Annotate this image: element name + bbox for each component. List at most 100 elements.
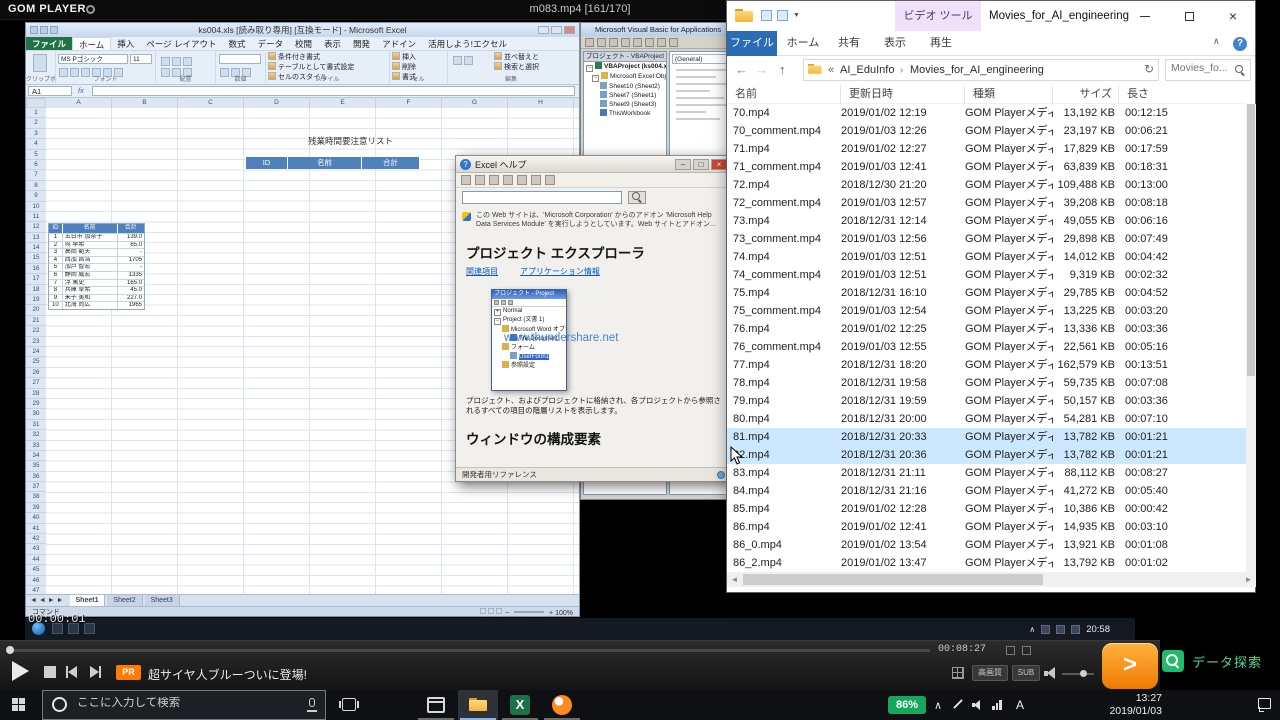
minimize-button[interactable] [1123, 1, 1167, 31]
breadcrumb-root[interactable]: AI_EduInfo [840, 64, 894, 76]
repeat-icon[interactable] [1006, 646, 1015, 655]
ime-indicator[interactable]: A [1016, 698, 1024, 712]
close-button[interactable]: × [1211, 1, 1255, 31]
taskbar-search-input[interactable] [77, 697, 277, 709]
network-icon[interactable] [992, 700, 1002, 710]
file-row[interactable]: 70.mp4 2019/01/02 12:19 GOM Playerメディア .… [727, 104, 1246, 122]
tab-share[interactable]: 共有 [827, 31, 871, 56]
horizontal-scrollbar-thumb[interactable] [743, 574, 1043, 585]
row-number: 46 [26, 576, 46, 586]
excel-formula-bar: A1 fx [26, 85, 579, 98]
file-row[interactable]: 81.mp4 2018/12/31 20:33 GOM Playerメディア .… [727, 428, 1246, 446]
pen-icon[interactable] [953, 699, 963, 709]
file-row[interactable]: 73.mp4 2018/12/31 12:14 GOM Playerメディア .… [727, 212, 1246, 230]
file-row[interactable]: 74.mp4 2019/01/03 12:51 GOM Playerメディア .… [727, 248, 1246, 266]
up-button[interactable]: ↑ [779, 62, 786, 77]
forward-button[interactable]: → [755, 62, 768, 77]
file-row[interactable]: 76.mp4 2019/01/02 12:25 GOM Playerメディア .… [727, 320, 1246, 338]
qat-dropdown-icon[interactable]: ▼ [793, 12, 800, 19]
header-date[interactable]: 更新日時 [841, 85, 965, 104]
taskbar-app-excel[interactable]: X [500, 690, 540, 720]
volume-slider[interactable] [1062, 673, 1094, 675]
file-row[interactable]: 79.mp4 2018/12/31 19:59 GOM Playerメディア .… [727, 392, 1246, 410]
volume-icon[interactable] [1044, 667, 1057, 679]
explorer-search-input[interactable] [1171, 62, 1231, 74]
file-row[interactable]: 75_comment.mp4 2019/01/03 12:54 GOM Play… [727, 302, 1246, 320]
vertical-scrollbar[interactable] [1246, 104, 1256, 572]
quality-button[interactable]: 高画質 [972, 665, 1008, 681]
tray-expand-icon[interactable]: ∧ [934, 699, 942, 712]
taskbar-clock[interactable]: 13:27 2019/01/03 [1086, 692, 1162, 718]
file-row[interactable]: 86.mp4 2019/01/02 12:41 GOM Playerメディア .… [727, 518, 1246, 536]
action-center-icon[interactable] [1258, 698, 1271, 709]
tab-view[interactable]: 表示 [873, 31, 917, 56]
file-row[interactable]: 72_comment.mp4 2019/01/03 12:57 GOM Play… [727, 194, 1246, 212]
explorer-titlebar[interactable]: ▼ ビデオ ツール Movies_for_AI_engineering × [727, 1, 1255, 31]
file-list: 70.mp4 2019/01/02 12:19 GOM Playerメディア .… [727, 104, 1246, 572]
file-row[interactable]: 76_comment.mp4 2019/01/03 12:55 GOM Play… [727, 338, 1246, 356]
file-row[interactable]: 86_0.mp4 2019/01/02 13:54 GOM Playerメディア… [727, 536, 1246, 554]
file-row[interactable]: 80.mp4 2018/12/31 20:00 GOM Playerメディア .… [727, 410, 1246, 428]
tab-file[interactable]: ファイル [727, 31, 777, 56]
ribbon-collapse-icon[interactable]: ∧ [1213, 36, 1220, 47]
ribbon-group-font: MS Pゴシック 11 フォント [56, 52, 156, 83]
file-row[interactable]: 70_comment.mp4 2019/01/03 12:26 GOM Play… [727, 122, 1246, 140]
back-button[interactable]: ← [735, 62, 748, 77]
scroll-left-icon[interactable]: ◄ [727, 572, 742, 587]
file-row[interactable]: 71.mp4 2019/01/02 12:27 GOM Playerメディア .… [727, 140, 1246, 158]
header-length[interactable]: 長さ [1119, 85, 1237, 104]
header-size[interactable]: サイズ [1053, 85, 1119, 104]
file-row[interactable]: 77.mp4 2018/12/31 18:20 GOM Playerメディア .… [727, 356, 1246, 374]
refresh-icon[interactable]: ↻ [1144, 62, 1154, 76]
taskbar-app-gom[interactable] [542, 690, 582, 720]
play-button[interactable] [12, 661, 29, 681]
row-number: 32 [26, 430, 46, 440]
start-button[interactable] [12, 698, 25, 711]
file-row[interactable]: 82.mp4 2018/12/31 20:36 GOM Playerメディア .… [727, 446, 1246, 464]
file-row[interactable]: 85.mp4 2019/01/02 12:28 GOM Playerメディア .… [727, 500, 1246, 518]
help-icon[interactable]: ? [1233, 37, 1247, 51]
seek-bar[interactable] [10, 649, 930, 652]
battery-badge[interactable]: 86% [888, 696, 926, 714]
screen-capture-icon[interactable] [1022, 646, 1031, 655]
file-row[interactable]: 78.mp4 2018/12/31 19:58 GOM Playerメディア .… [727, 374, 1246, 392]
next-button[interactable] [90, 666, 101, 678]
data-explore-widget[interactable]: データ探索 [1162, 646, 1262, 676]
maximize-button[interactable] [1167, 1, 1211, 31]
qat-icon-1[interactable] [761, 10, 772, 21]
seek-handle[interactable] [6, 646, 14, 654]
taskbar-search-box[interactable] [42, 690, 326, 720]
screen-mode-icon[interactable] [952, 667, 964, 679]
explorer-search-box[interactable] [1165, 59, 1251, 81]
breadcrumb-collapse[interactable]: « [828, 64, 834, 76]
breadcrumb[interactable]: « AI_EduInfo › Movies_for_AI_engineering… [803, 59, 1159, 81]
qat-icon-2[interactable] [777, 10, 788, 21]
file-row[interactable]: 71_comment.mp4 2019/01/03 12:41 GOM Play… [727, 158, 1246, 176]
tab-play[interactable]: 再生 [919, 31, 963, 56]
breadcrumb-current[interactable]: Movies_for_AI_engineering [910, 64, 1044, 76]
horizontal-scrollbar[interactable]: ◄ ► [727, 572, 1256, 587]
file-row[interactable]: 84.mp4 2018/12/31 21:16 GOM Playerメディア .… [727, 482, 1246, 500]
taskbar-app-generic[interactable] [416, 690, 456, 720]
tab-home[interactable]: ホーム [781, 31, 825, 56]
ad-text[interactable]: 超サイヤ人ブルーついに登場! [148, 666, 307, 683]
file-row[interactable]: 74_comment.mp4 2019/01/03 12:51 GOM Play… [727, 266, 1246, 284]
scroll-right-icon[interactable]: ► [1241, 572, 1256, 587]
stop-button[interactable] [44, 666, 56, 678]
file-row[interactable]: 73_comment.mp4 2019/01/03 12:56 GOM Play… [727, 230, 1246, 248]
vertical-scrollbar-thumb[interactable] [1247, 104, 1255, 376]
file-row[interactable]: 72.mp4 2018/12/30 21:20 GOM Playerメディア .… [727, 176, 1246, 194]
subtitle-button[interactable]: SUB [1012, 665, 1040, 681]
previous-button[interactable] [66, 666, 77, 678]
file-row[interactable]: 86_2.mp4 2019/01/02 13:47 GOM Playerメディア… [727, 554, 1246, 572]
open-panel-button[interactable]: > [1102, 643, 1158, 689]
file-row[interactable]: 83.mp4 2018/12/31 21:11 GOM Playerメディア .… [727, 464, 1246, 482]
header-name[interactable]: 名前 [727, 85, 841, 104]
header-type[interactable]: 種類 [965, 85, 1053, 104]
microphone-icon[interactable] [309, 698, 315, 707]
task-view-icon[interactable] [342, 698, 356, 711]
taskbar-app-file-explorer[interactable] [458, 690, 498, 720]
column-letter: F [376, 98, 442, 108]
file-row[interactable]: 75.mp4 2018/12/31 16:10 GOM Playerメディア .… [727, 284, 1246, 302]
insert-cells-icon [392, 52, 400, 60]
